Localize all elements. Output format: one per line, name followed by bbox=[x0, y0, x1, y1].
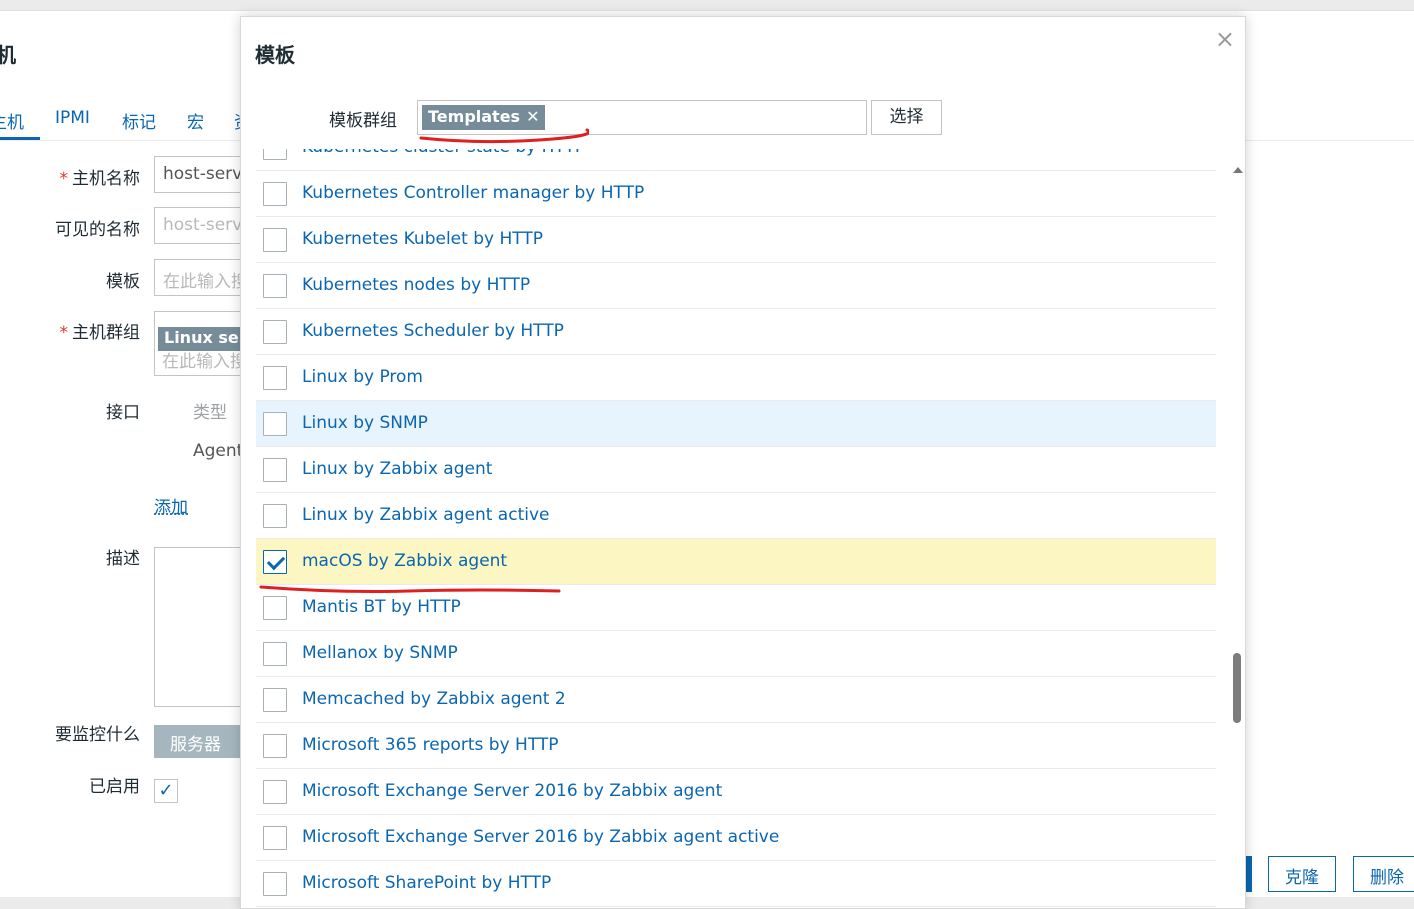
template-checkbox[interactable] bbox=[263, 504, 287, 528]
enabled-checkbox[interactable]: ✓ bbox=[154, 779, 178, 803]
template-checkbox[interactable] bbox=[263, 149, 287, 160]
template-link[interactable]: Kubernetes nodes by HTTP bbox=[302, 275, 530, 295]
list-item[interactable]: Microsoft Exchange Server 2016 by Zabbix… bbox=[256, 815, 1216, 861]
template-link[interactable]: Kubernetes Scheduler by HTTP bbox=[302, 321, 564, 341]
select-button[interactable]: 选择 bbox=[871, 100, 942, 135]
active-tab-indicator bbox=[0, 137, 40, 140]
list-item[interactable]: Linux by Zabbix agent bbox=[256, 447, 1216, 493]
list-item[interactable]: Microsoft Exchange Server 2016 by Zabbix… bbox=[256, 769, 1216, 815]
template-checkbox[interactable] bbox=[263, 550, 287, 574]
template-link[interactable]: Microsoft SharePoint by HTTP bbox=[302, 873, 551, 893]
template-link[interactable]: Linux by SNMP bbox=[302, 413, 428, 433]
close-icon[interactable]: × bbox=[1215, 25, 1235, 53]
visible-name-field[interactable]: host-server bbox=[154, 207, 254, 244]
page-title: 机 bbox=[0, 43, 16, 67]
tab-host[interactable]: 主机 bbox=[0, 108, 24, 133]
template-checkbox[interactable] bbox=[263, 596, 287, 620]
templates-label: 模板 bbox=[106, 272, 140, 292]
template-link[interactable]: Memcached by Zabbix agent 2 bbox=[302, 689, 566, 709]
list-item[interactable]: Linux by SNMP bbox=[256, 401, 1216, 447]
template-checkbox[interactable] bbox=[263, 780, 287, 804]
template-link[interactable]: Linux by Zabbix agent bbox=[302, 459, 492, 479]
template-checkbox[interactable] bbox=[263, 182, 287, 206]
template-checkbox[interactable] bbox=[263, 320, 287, 344]
tab-ipmi[interactable]: IPMI bbox=[55, 108, 90, 128]
template-link[interactable]: Linux by Zabbix agent active bbox=[302, 505, 549, 525]
description-label: 描述 bbox=[106, 549, 140, 569]
tab-macros[interactable]: 宏 bbox=[187, 108, 204, 133]
interfaces-label: 接口 bbox=[106, 403, 140, 423]
host-groups-label: * 主机群组 bbox=[59, 323, 141, 343]
template-link[interactable]: Kubernetes Controller manager by HTTP bbox=[302, 183, 644, 203]
clone-button[interactable]: 克隆 bbox=[1268, 856, 1336, 892]
interface-type-agent: Agent bbox=[193, 441, 244, 461]
list-item[interactable]: Linux by Zabbix agent active bbox=[256, 493, 1216, 539]
template-checkbox[interactable] bbox=[263, 412, 287, 436]
template-checkbox[interactable] bbox=[263, 734, 287, 758]
dialog-title: 模板 bbox=[255, 43, 295, 67]
annotation-underline bbox=[259, 585, 561, 593]
enabled-label: 已启用 bbox=[89, 777, 140, 797]
template-link[interactable]: Mellanox by SNMP bbox=[302, 643, 458, 663]
description-textarea[interactable] bbox=[154, 547, 254, 707]
template-link[interactable]: Microsoft Exchange Server 2016 by Zabbix… bbox=[302, 827, 779, 847]
annotation-underline bbox=[419, 128, 589, 144]
visible-name-label: 可见的名称 bbox=[55, 220, 140, 240]
template-link[interactable]: Kubernetes cluster state by HTTP bbox=[302, 149, 585, 157]
template-checkbox[interactable] bbox=[263, 642, 287, 666]
list-item[interactable]: Memcached by Zabbix agent 2 bbox=[256, 677, 1216, 723]
template-link[interactable]: Kubernetes Kubelet by HTTP bbox=[302, 229, 543, 249]
list-item[interactable]: Kubernetes nodes by HTTP bbox=[256, 263, 1216, 309]
template-checkbox[interactable] bbox=[263, 826, 287, 850]
host-name-label: * 主机名称 bbox=[59, 169, 141, 189]
template-checkbox[interactable] bbox=[263, 458, 287, 482]
template-checkbox[interactable] bbox=[263, 366, 287, 390]
host-name-field[interactable]: host-server bbox=[154, 156, 254, 193]
list-item[interactable]: Microsoft 365 reports by HTTP bbox=[256, 723, 1216, 769]
tab-tags[interactable]: 标记 bbox=[122, 108, 156, 133]
template-checkbox[interactable] bbox=[263, 228, 287, 252]
add-interface-link[interactable]: 添加 bbox=[154, 493, 188, 518]
delete-button[interactable]: 删除 bbox=[1353, 856, 1414, 892]
template-link[interactable]: Linux by Prom bbox=[302, 367, 423, 387]
template-link[interactable]: macOS by Zabbix agent bbox=[302, 551, 507, 571]
interface-type-header: 类型 bbox=[193, 403, 227, 423]
templates-dialog: 模板 × 模板群组 Templates✕ 选择 Kubernetes clust… bbox=[240, 16, 1246, 909]
template-checkbox[interactable] bbox=[263, 274, 287, 298]
template-checkbox[interactable] bbox=[263, 688, 287, 712]
list-item[interactable]: Kubernetes Controller manager by HTTP bbox=[256, 171, 1216, 217]
list-item[interactable]: Microsoft SharePoint by HTTP bbox=[256, 861, 1216, 907]
monitor-what-label: 要监控什么 bbox=[55, 725, 140, 745]
template-link[interactable]: Microsoft Exchange Server 2016 by Zabbix… bbox=[302, 781, 722, 801]
template-group-label: 模板群组 bbox=[329, 111, 397, 131]
server-button[interactable]: 服务器 bbox=[154, 725, 254, 758]
list-item[interactable]: Linux by Prom bbox=[256, 355, 1216, 401]
list-item[interactable]: Mellanox by SNMP bbox=[256, 631, 1216, 677]
template-checkbox[interactable] bbox=[263, 872, 287, 896]
template-link[interactable]: Microsoft 365 reports by HTTP bbox=[302, 735, 559, 755]
template-link[interactable]: Mantis BT by HTTP bbox=[302, 597, 461, 617]
list-item[interactable]: Kubernetes Kubelet by HTTP bbox=[256, 217, 1216, 263]
list-item[interactable]: Kubernetes cluster state by HTTP bbox=[256, 149, 1216, 171]
scroll-up-icon[interactable] bbox=[1233, 167, 1243, 173]
templates-search-input[interactable]: 在此输入搜索 bbox=[154, 259, 254, 296]
list-item[interactable]: Kubernetes Scheduler by HTTP bbox=[256, 309, 1216, 355]
template-list: Kubernetes cluster state by HTTP Kubernet… bbox=[256, 149, 1216, 909]
scrollbar-thumb[interactable] bbox=[1233, 653, 1241, 723]
